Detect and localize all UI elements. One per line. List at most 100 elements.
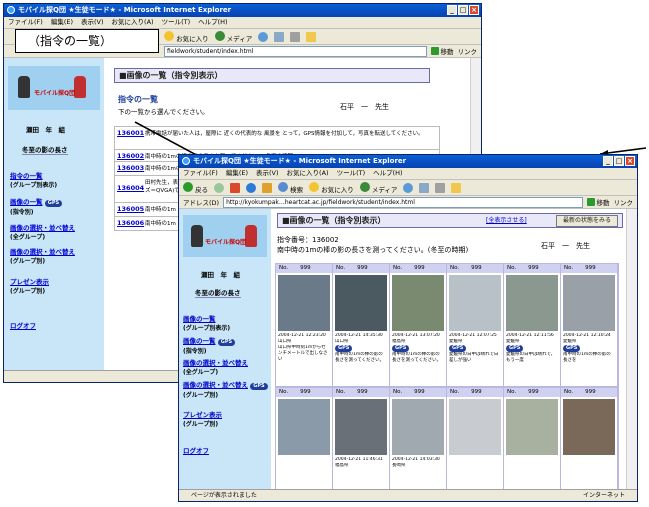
photo-cell[interactable]: No. 999 2004-12-21 12:23:20 山口県 山口県中時刻1mからセン… (276, 264, 332, 386)
folder-icon[interactable] (451, 182, 462, 193)
back-menubar: ファイル(F) 編集(E) 表示(V) お気に入り(A) ツール(T) ヘルプ(… (4, 17, 481, 29)
photo-cell[interactable]: No. 999 2004-12-21 13:07:20 福島県 GPS 南中時の1mの棒の… (390, 264, 446, 386)
photo-cell[interactable]: No. 999 (447, 388, 503, 489)
photo-caption: 愛媛県の日中は晴れで日差しが強い (449, 352, 499, 363)
maximize-button[interactable]: □ (458, 5, 468, 15)
menu-favorites[interactable]: お気に入り(A) (287, 168, 329, 179)
links-button[interactable]: リンク (614, 197, 638, 207)
back-subheading: 指令の一覧 (118, 95, 158, 104)
print-icon[interactable] (435, 182, 446, 193)
photo-thumbnail[interactable] (278, 399, 330, 455)
photo-cell[interactable]: No. 999 2004-12-21 12:10:24 愛媛県 GPS 南中時の1mの棒の… (561, 264, 617, 386)
photo-thumbnail[interactable] (278, 275, 330, 331)
refresh-icon[interactable] (246, 182, 257, 193)
photo-thumbnail[interactable] (392, 275, 444, 331)
address-input[interactable]: http://kyokumpak…heartcat.ac.jp/fieldwor… (223, 196, 583, 208)
menu-edit[interactable]: 編集(E) (51, 17, 73, 28)
menu-help[interactable]: ヘルプ(H) (198, 17, 227, 28)
history-icon[interactable] (403, 182, 414, 193)
nav-presentation[interactable]: プレゼン表示 (グループ別) (10, 276, 49, 295)
photo-number: No. 999 (504, 388, 560, 397)
front-window-titlebar[interactable]: モバイル探Q団 ★生徒モード★ - Microsoft Internet Exp… (179, 155, 637, 168)
favorites-button[interactable]: お気に入り (309, 181, 354, 194)
nav-item-list[interactable]: 指令の一覧 (グループ別表示) (10, 170, 57, 189)
gps-badge: GPS (506, 345, 524, 352)
latest-state-button[interactable]: 最新の状態をみる (555, 215, 618, 227)
close-button[interactable]: × (469, 5, 479, 15)
minimize-button[interactable]: _ (603, 156, 613, 166)
favorites-button[interactable]: お気に入り (164, 30, 209, 43)
back-window-titlebar[interactable]: モバイル探Q団 ★生徒モード★ - Microsoft Internet Exp… (4, 4, 481, 17)
minimize-button[interactable]: _ (447, 5, 457, 15)
photo-cell[interactable]: No. 999 2004-12-21 12:07:25 愛媛県 GPS 愛媛県の日中は晴れ… (447, 264, 503, 386)
menu-file[interactable]: ファイル(F) (183, 168, 218, 179)
gps-badge: GPS (335, 345, 353, 352)
photo-cell[interactable]: No. 999 2004-12-21 11:46:31 福島県 (333, 388, 389, 489)
menu-file[interactable]: ファイル(F) (8, 17, 43, 28)
front-vertical-scrollbar[interactable] (626, 209, 637, 489)
front-logo: モバイル探Q団 (183, 215, 267, 257)
maximize-button[interactable]: □ (614, 156, 624, 166)
photo-thumbnail[interactable] (449, 275, 501, 331)
go-button[interactable]: 移動 (586, 197, 610, 207)
photo-thumbnail[interactable] (563, 275, 615, 331)
address-input[interactable]: fieldwork/student/index.html (164, 45, 427, 57)
photo-cell[interactable]: No. 999 (276, 388, 332, 489)
gps-badge: GPS (44, 200, 63, 207)
back-arrow-icon (183, 181, 193, 192)
photo-thumbnail[interactable] (506, 399, 558, 455)
search-button[interactable]: 検索 (278, 181, 303, 194)
photo-cell[interactable]: No. 999 2004-12-21 14:35:30 山口県 GPS 南中時の1mの棒の… (333, 264, 389, 386)
menu-edit[interactable]: 編集(E) (226, 168, 248, 179)
photo-thumbnail[interactable] (335, 399, 387, 455)
nav-image-list[interactable]: 画像の一覧 GPS (指令別) (10, 196, 63, 216)
go-button[interactable]: 移動 (430, 46, 454, 56)
photo-cell[interactable]: No. 999 (561, 388, 617, 489)
photo-cell[interactable]: No. 999 (504, 388, 560, 489)
menu-view[interactable]: 表示(V) (81, 17, 104, 28)
back-sidebar: モバイル探Q団 瀬田 年 組 冬至の影の長さ 指令の一覧 (グループ別表示) 画… (4, 58, 104, 370)
photo-cell[interactable]: No. 999 2004-12-21 14:03:30 長崎県 (390, 388, 446, 489)
home-icon[interactable] (262, 182, 273, 193)
nav-presentation[interactable]: プレゼン表示 (グループ別) (183, 409, 222, 428)
mascot-girl (74, 76, 86, 98)
nav-select-all[interactable]: 画像の選択・並べ替え (全グループ) (10, 222, 75, 241)
front-teacher: 石平 一 先生 (541, 242, 590, 250)
back-teacher: 石平 一 先生 (340, 103, 389, 111)
nav-image-list-order[interactable]: 画像の一覧 GPS (指令別) (183, 335, 236, 355)
print-icon[interactable] (290, 31, 301, 42)
show-all-link[interactable]: [全表示させる] (486, 214, 527, 227)
photo-thumbnail[interactable] (563, 399, 615, 455)
media-button[interactable]: メディア (214, 30, 252, 43)
media-button[interactable]: メディア (359, 181, 397, 194)
photo-thumbnail[interactable] (449, 399, 501, 455)
close-button[interactable]: × (625, 156, 635, 166)
photo-thumbnail[interactable] (335, 275, 387, 331)
nav-select-all[interactable]: 画像の選択・並べ替え (全グループ) (183, 357, 248, 376)
folder-icon[interactable] (306, 31, 317, 42)
nav-logoff[interactable]: ログオフ (10, 320, 36, 330)
table-row[interactable]: 136001 携帯電話が届いた人は，屋際に 近くの代表的な 風景を とって，GP… (114, 126, 440, 150)
forward-arrow-icon[interactable] (214, 182, 225, 193)
star-icon (309, 181, 320, 192)
photo-cell[interactable]: No. 999 2004-12-21 12:11:56 愛媛県 GPS 愛媛県の日中は晴れ… (504, 264, 560, 386)
photo-thumbnail[interactable] (392, 399, 444, 455)
nav-image-list-group[interactable]: 画像の一覧 (グループ別表示) (183, 313, 230, 332)
mail-icon[interactable] (419, 182, 430, 193)
front-page-heading: ■画像の一覧（指令別表示） [全表示させる] 最新の状態をみる (277, 213, 623, 228)
nav-select-group[interactable]: 画像の選択・並べ替え (グループ別) (10, 246, 75, 265)
menu-tools[interactable]: ツール(T) (162, 17, 191, 28)
links-button[interactable]: リンク (458, 46, 482, 56)
photo-number: No. 999 (390, 264, 446, 273)
nav-select-group[interactable]: 画像の選択・並べ替え GPS (グループ別) (183, 379, 268, 399)
menu-favorites[interactable]: お気に入り(A) (112, 17, 154, 28)
history-icon[interactable] (258, 31, 269, 42)
menu-help[interactable]: ヘルプ(H) (373, 168, 402, 179)
stop-icon[interactable] (230, 182, 241, 193)
photo-thumbnail[interactable] (506, 275, 558, 331)
mail-icon[interactable] (274, 31, 285, 42)
nav-logoff[interactable]: ログオフ (183, 445, 209, 455)
back-button[interactable]: 戻る (183, 181, 208, 194)
menu-tools[interactable]: ツール(T) (337, 168, 366, 179)
menu-view[interactable]: 表示(V) (256, 168, 279, 179)
